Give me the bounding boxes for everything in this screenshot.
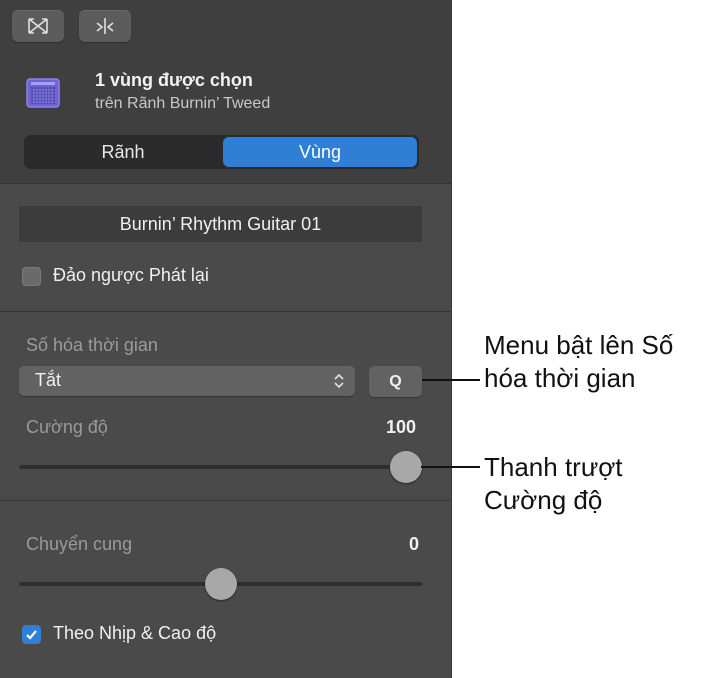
callout-line-quantize — [422, 379, 480, 381]
strength-slider-track[interactable] — [19, 465, 422, 469]
checkmark-icon — [26, 630, 37, 640]
inspector-header: 1 vùng được chọn trên Rãnh Burnin’ Tweed… — [0, 0, 452, 184]
up-down-chevron-icon — [333, 371, 345, 396]
strength-slider-knob[interactable] — [390, 451, 422, 483]
callout-line-strength — [421, 466, 480, 468]
transpose-value: 0 — [409, 534, 420, 554]
quantize-popup-menu[interactable]: Tắt — [19, 366, 355, 396]
amp-icon — [25, 75, 61, 111]
reverse-playback-label: Đảo ngược Phát lại — [53, 265, 209, 285]
toolbar-button-bowtie[interactable] — [12, 10, 64, 42]
callout-strength-slider: Thanh trượt Cường độ — [484, 451, 705, 517]
region-subtitle: trên Rãnh Burnin’ Tweed — [95, 95, 271, 112]
strength-value: 100 — [386, 417, 417, 437]
region-title: 1 vùng được chọn — [95, 70, 253, 90]
region-name-field[interactable]: Burnin’ Rhythm Guitar 01 — [19, 206, 422, 242]
tab-region[interactable]: Vùng — [223, 137, 417, 167]
reverse-playback-checkbox[interactable] — [22, 267, 41, 286]
callout-strength-line1: Thanh trượt — [484, 452, 623, 482]
region-inspector-panel: 1 vùng được chọn trên Rãnh Burnin’ Tweed… — [0, 0, 452, 678]
follow-tempo-label: Theo Nhịp & Cao độ — [53, 623, 217, 643]
transpose-slider-knob[interactable] — [204, 568, 237, 600]
callout-strength-line2: Cường độ — [484, 485, 603, 515]
strength-label: Cường độ — [26, 417, 108, 437]
toolbar-button-split[interactable] — [79, 10, 131, 42]
callout-quantize-line2: hóa thời gian — [484, 363, 636, 393]
callout-quantize-menu: Menu bật lên Số hóa thời gian — [484, 329, 705, 395]
divider — [0, 500, 452, 501]
callout-quantize-line1: Menu bật lên Số — [484, 330, 674, 360]
quantize-q-button[interactable]: Q — [369, 366, 422, 397]
transpose-label: Chuyển cung — [26, 534, 133, 554]
divider — [0, 311, 452, 312]
quantize-label: Số hóa thời gian — [26, 335, 158, 355]
track-region-segmented-control: Rãnh Vùng — [24, 135, 419, 169]
quantize-value: Tắt — [35, 370, 62, 390]
tab-track[interactable]: Rãnh — [26, 137, 220, 167]
follow-tempo-checkbox[interactable] — [22, 625, 41, 644]
